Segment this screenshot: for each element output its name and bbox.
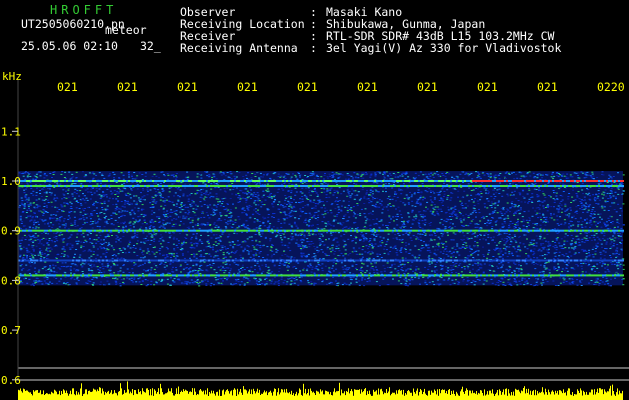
carrier-line-1 <box>18 180 624 182</box>
signal-trace <box>18 381 623 400</box>
x-tick-label: 021 <box>477 80 498 94</box>
datetime-label: 25.05.06 02:10 <box>21 39 118 53</box>
x-tick-label: 021 <box>57 80 78 94</box>
app-logo: HROFFT <box>50 3 118 17</box>
antenna-colon: : <box>310 41 317 55</box>
signal-trace-bars <box>18 381 623 400</box>
y-axis-unit-label: kHz <box>2 70 22 83</box>
meteor-label: meteor <box>105 23 147 37</box>
antenna-value: 3el Yagi(V) Az 330 for Vladivostok <box>326 41 562 55</box>
spectrogram-heatmap <box>18 171 625 287</box>
x-tick-label: 021 <box>177 80 198 94</box>
y-axis: kHz1.11.00.90.80.70.6 <box>1 70 22 387</box>
count-label: 32_ <box>140 39 161 53</box>
carrier-line-0_99 <box>18 185 624 187</box>
noise-band <box>18 171 623 286</box>
x-tick-label: 0220 <box>597 80 625 94</box>
x-tick-label: 021 <box>297 80 318 94</box>
x-axis: 021 021 021 021 021 021 021 021 021 0220 <box>57 80 625 94</box>
carrier-line-0_9 <box>18 229 624 232</box>
x-tick-label: 021 <box>237 80 258 94</box>
spectrogram-chart: kHz1.11.00.90.80.70.6 021 021 021 021 021 021… <box>1 70 629 400</box>
x-tick-label: 021 <box>537 80 558 94</box>
x-tick-label: 021 <box>417 80 438 94</box>
antenna-label: Receiving Antenna <box>180 41 298 55</box>
x-tick-label: 021 <box>357 80 378 94</box>
carrier-line-0_84 <box>18 259 624 262</box>
x-tick-label: 021 <box>117 80 138 94</box>
carrier-line-0_81 <box>18 274 624 277</box>
